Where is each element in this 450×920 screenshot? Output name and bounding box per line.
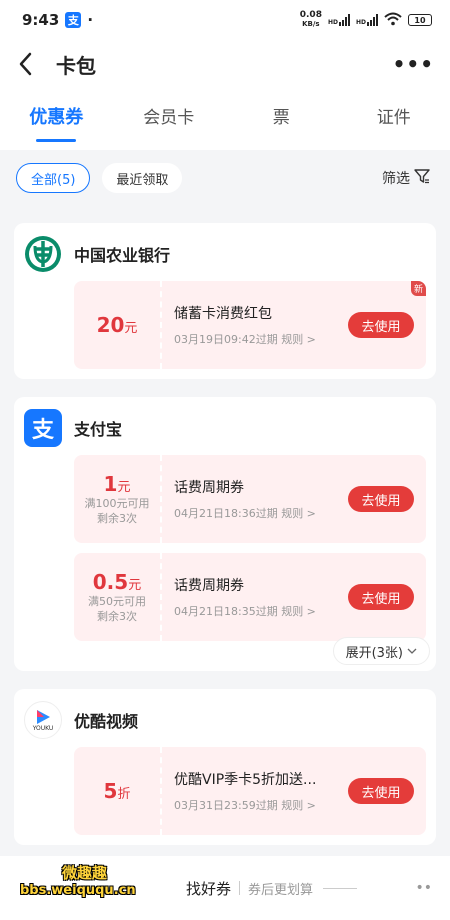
new-badge: 新 (410, 281, 426, 296)
merchant-name: 支付宝 (74, 420, 123, 439)
merchant-card-abc: 中国农业银行 20元 储蓄卡消费红包 03月19日09:42过期 规则 > 去使… (14, 223, 436, 379)
expand-button[interactable]: 展开(3张) (332, 637, 430, 665)
funnel-icon (414, 168, 430, 188)
find-coupons-subtitle: 券后更划算 (248, 882, 314, 898)
use-coupon-button[interactable]: 去使用 (348, 778, 414, 804)
status-time: 9:43 (22, 11, 60, 29)
coupon-value: 5折 (74, 747, 162, 835)
coupon-expiry-rules[interactable]: 03月19日09:42过期 规则 > (174, 331, 348, 347)
page-title: 卡包 (56, 53, 96, 78)
merchant-header[interactable]: YOUKU 优酷视频 (24, 701, 426, 739)
filter-all-chip[interactable]: 全部(5) (16, 163, 91, 193)
signal-icon-1: HD (328, 14, 350, 26)
coupon-title: 优酷VIP季卡5折加送... (174, 772, 317, 788)
use-coupon-button[interactable]: 去使用 (348, 584, 414, 610)
merchant-name: 中国农业银行 (74, 246, 171, 265)
coupon-expiry-rules[interactable]: 04月21日18:35过期 规则 > (174, 603, 348, 619)
use-coupon-button[interactable]: 去使用 (348, 312, 414, 338)
coupon-value: 20元 (74, 281, 162, 369)
coupon-item[interactable]: 5折 优酷VIP季卡5折加送... 03月31日23:59过期 规则 > 去使用 (74, 747, 426, 835)
coupon-expiry-rules[interactable]: 03月31日23:59过期 规则 > (174, 797, 348, 813)
more-icon[interactable]: ••• (393, 52, 434, 76)
watermark: 微趣趣 bbs.weiququ.cn (20, 864, 136, 898)
dots-icon: •• (415, 880, 432, 896)
tab-documents[interactable]: 证件 (338, 98, 450, 144)
status-bar: 9:43 支 · 0.08 KB/s HD HD 10 (0, 0, 450, 40)
abc-bank-logo-icon (24, 235, 62, 273)
chevron-down-icon (407, 644, 417, 659)
merchant-card-youku: YOUKU 优酷视频 5折 优酷VIP季卡5折加送... 03月31日23:59… (14, 689, 436, 845)
filter-recent-chip[interactable]: 最近领取 (102, 163, 183, 193)
coupon-item[interactable]: 0.5元 满50元可用 剩余3次 话费周期券 04月21日18:35过期 规则 … (74, 553, 426, 641)
coupon-item[interactable]: 20元 储蓄卡消费红包 03月19日09:42过期 规则 > 去使用 新 (74, 281, 426, 369)
coupon-title: 储蓄卡消费红包 (174, 306, 272, 322)
filter-label: 筛选 (382, 171, 410, 187)
battery-icon: 10 (408, 14, 432, 26)
wifi-icon (384, 12, 402, 29)
tab-bar: 优惠券 会员卡 票 证件 (0, 88, 450, 150)
coupon-title: 话费周期券 (174, 480, 244, 496)
merchant-card-alipay: 支 支付宝 1元 满100元可用 剩余3次 话费周期券 04月21日18:36过… (14, 397, 436, 671)
alipay-notification-icon: 支 (65, 12, 82, 28)
filter-button[interactable]: 筛选 (364, 168, 434, 188)
coupon-value: 1元 满100元可用 剩余3次 (74, 455, 162, 543)
signal-icon-2: HD (356, 14, 378, 26)
expand-label: 展开(3张) (345, 645, 403, 661)
tab-membership[interactable]: 会员卡 (113, 98, 226, 144)
network-speed: 0.08 KB/s (299, 10, 322, 29)
back-icon[interactable] (18, 51, 44, 77)
use-coupon-button[interactable]: 去使用 (348, 486, 414, 512)
tab-coupons[interactable]: 优惠券 (0, 98, 113, 144)
header-area: 9:43 支 · 0.08 KB/s HD HD 10 卡包 ••• 优惠券 会… (0, 0, 450, 150)
merchant-header[interactable]: 支 支付宝 (24, 409, 426, 447)
merchant-name: 优酷视频 (74, 712, 139, 731)
alipay-logo-icon: 支 (24, 409, 62, 447)
coupon-value: 0.5元 满50元可用 剩余3次 (74, 553, 162, 641)
coupon-title: 话费周期券 (174, 578, 244, 594)
filter-row: 全部(5) 最近领取 筛选 (0, 150, 450, 200)
nav-bar: 卡包 ••• (0, 40, 450, 88)
coupon-item[interactable]: 1元 满100元可用 剩余3次 话费周期券 04月21日18:36过期 规则 >… (74, 455, 426, 543)
merchant-header[interactable]: 中国农业银行 (24, 235, 426, 273)
find-coupons-title: 找好券 (186, 879, 232, 898)
status-dot: · (87, 11, 94, 29)
divider (239, 881, 241, 895)
divider-line (323, 887, 358, 889)
coupon-expiry-rules[interactable]: 04月21日18:36过期 规则 > (174, 505, 348, 521)
youku-logo-icon: YOUKU (24, 701, 62, 739)
tab-tickets[interactable]: 票 (225, 98, 338, 144)
